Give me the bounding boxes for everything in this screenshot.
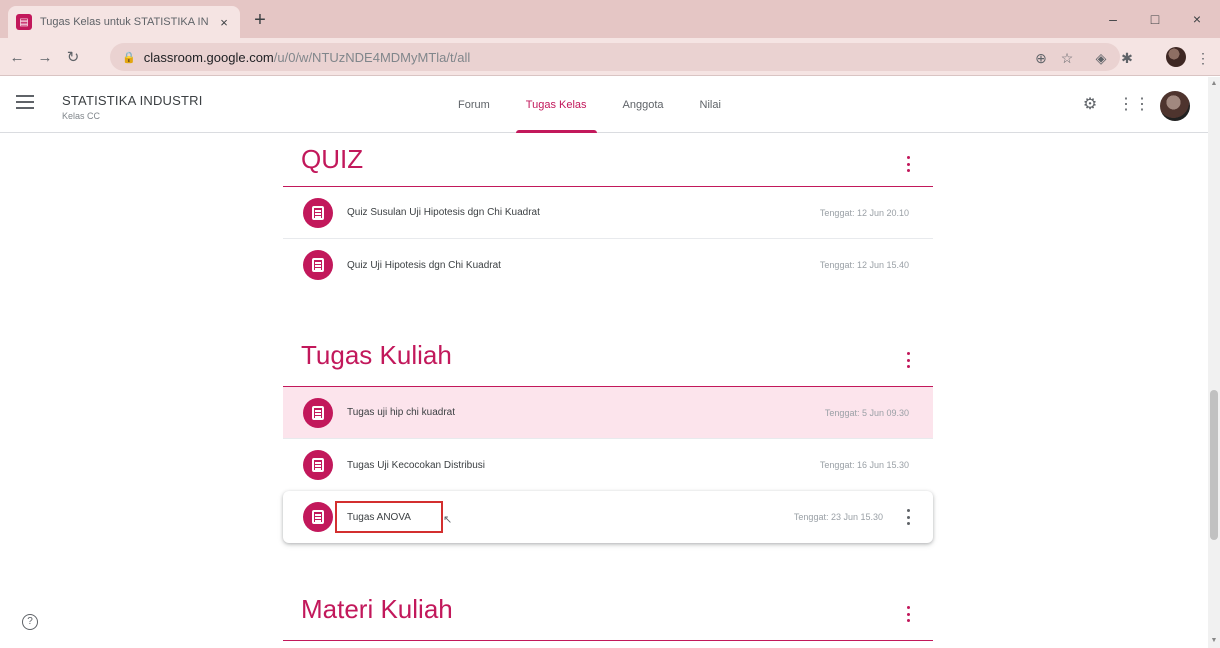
- topic-more-icon[interactable]: [901, 604, 915, 624]
- assignment-icon: [303, 398, 333, 428]
- assignment-icon: [303, 198, 333, 228]
- classroom-favicon-icon: ▤: [16, 14, 32, 30]
- browser-toolbar: ← → ↻ 🔒 classroom.google.com/u/0/w/NTUzN…: [0, 38, 1220, 76]
- extensions-puzzle-icon[interactable]: ✱: [1116, 47, 1138, 69]
- scroll-up-arrow-icon[interactable]: ▲: [1210, 80, 1218, 87]
- window-close-button[interactable]: ×: [1182, 8, 1212, 30]
- item-due-date: Tenggat: 23 Jun 15.30: [793, 512, 883, 522]
- assignment-icon: [303, 450, 333, 480]
- window-minimize-button[interactable]: –: [1098, 8, 1128, 30]
- class-nav-tabs: Forum Tugas Kelas Anggota Nilai: [440, 77, 739, 133]
- gear-icon[interactable]: ⚙: [1080, 95, 1100, 115]
- list-item[interactable]: Quiz Susulan Uji Hipotesis dgn Chi Kuadr…: [283, 187, 933, 239]
- item-title: Quiz Susulan Uji Hipotesis dgn Chi Kuadr…: [347, 207, 540, 218]
- lock-icon: 🔒: [122, 51, 136, 64]
- item-due-date: Tenggat: 12 Jun 15.40: [819, 260, 909, 270]
- help-icon[interactable]: ?: [22, 614, 38, 630]
- classroom-header: STATISTIKA INDUSTRI Kelas CC Forum Tugas…: [0, 77, 1208, 133]
- assignment-icon: [303, 250, 333, 280]
- browser-tab-title: Tugas Kelas untuk STATISTIKA IN: [40, 16, 209, 28]
- annotation-highlight-box: [335, 501, 443, 533]
- assignment-icon: [303, 502, 333, 532]
- list-item[interactable]: Quiz Uji Hipotesis dgn Chi Kuadrat Tengg…: [283, 239, 933, 291]
- list-item-hovered[interactable]: Tugas ANOVA ↖ Tenggat: 23 Jun 15.30: [283, 491, 933, 543]
- forward-arrow-icon[interactable]: →: [34, 47, 56, 69]
- hamburger-menu-icon[interactable]: [16, 95, 34, 111]
- url-text: classroom.google.com/u/0/w/NTUzNDE4MDMyM…: [144, 50, 471, 65]
- item-due-date: Tenggat: 12 Jun 20.10: [819, 207, 909, 218]
- item-more-icon[interactable]: [903, 509, 913, 525]
- url-path: /u/0/w/NTUzNDE4MDMyMTla/t/all: [273, 49, 471, 65]
- back-arrow-icon[interactable]: ←: [6, 47, 28, 69]
- topic-more-icon[interactable]: [901, 154, 915, 174]
- shield-extension-icon[interactable]: ◈: [1090, 47, 1112, 69]
- avatar[interactable]: [1160, 91, 1190, 121]
- item-title: Tugas Uji Kecocokan Distribusi: [347, 459, 486, 471]
- browser-menu-icon[interactable]: ⋮: [1192, 47, 1214, 69]
- browser-tab[interactable]: ▤ Tugas Kelas untuk STATISTIKA IN ×: [8, 6, 240, 38]
- topic-title[interactable]: Materi Kuliah: [301, 594, 453, 625]
- scroll-thumb[interactable]: [1210, 390, 1218, 540]
- tab-members[interactable]: Anggota: [605, 77, 682, 133]
- new-tab-button[interactable]: +: [248, 9, 272, 33]
- browser-tab-bar: ▤ Tugas Kelas untuk STATISTIKA IN × + – …: [0, 0, 1220, 38]
- url-host: classroom.google.com: [143, 49, 274, 65]
- item-due-date: Tenggat: 5 Jun 09.30: [824, 407, 909, 418]
- bookmark-star-icon[interactable]: ☆: [1056, 47, 1078, 69]
- item-due-date: Tenggat: 16 Jun 15.30: [819, 460, 909, 470]
- tab-forum[interactable]: Forum: [440, 77, 508, 133]
- address-bar[interactable]: 🔒 classroom.google.com/u/0/w/NTUzNDE4MDM…: [110, 43, 1120, 71]
- reload-icon[interactable]: ↻: [62, 47, 84, 69]
- list-item[interactable]: Tugas Uji Kecocokan Distribusi Tenggat: …: [283, 439, 933, 491]
- class-title[interactable]: STATISTIKA INDUSTRI: [62, 93, 203, 108]
- topic-divider: [283, 640, 933, 641]
- scroll-down-arrow-icon[interactable]: ▼: [1210, 637, 1218, 644]
- item-title: Tugas uji hip chi kuadrat: [347, 407, 456, 418]
- list-item[interactable]: Tugas uji hip chi kuadrat Tenggat: 5 Jun…: [283, 387, 933, 439]
- window-maximize-button[interactable]: □: [1140, 8, 1170, 30]
- mouse-cursor-icon: ↖: [443, 514, 453, 526]
- topic-title[interactable]: Tugas Kuliah: [301, 340, 452, 371]
- class-section: Kelas CC: [62, 111, 101, 121]
- apps-grid-icon[interactable]: ⋮⋮: [1118, 95, 1150, 115]
- profile-avatar[interactable]: [1166, 47, 1186, 67]
- topic-more-icon[interactable]: [901, 350, 915, 370]
- zoom-icon[interactable]: ⊕: [1030, 47, 1052, 69]
- tab-close-icon[interactable]: ×: [216, 15, 232, 30]
- page-scrollbar[interactable]: ▲ ▼: [1208, 77, 1220, 648]
- item-title: Quiz Uji Hipotesis dgn Chi Kuadrat: [347, 259, 501, 271]
- topic-title[interactable]: QUIZ: [301, 144, 363, 175]
- tab-classwork[interactable]: Tugas Kelas: [508, 77, 605, 133]
- tab-grades[interactable]: Nilai: [682, 77, 739, 133]
